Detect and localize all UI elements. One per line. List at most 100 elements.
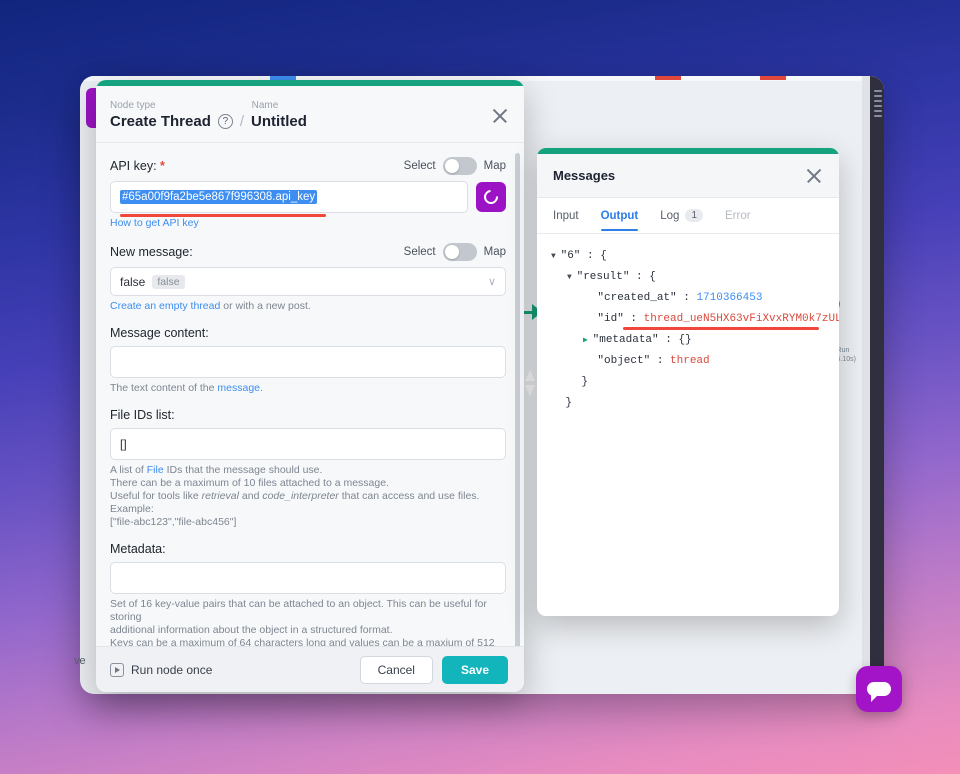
message-content-hint-pre: The text content of the xyxy=(110,382,218,394)
chat-bubble-icon[interactable] xyxy=(856,666,902,712)
canvas-scrollbar[interactable] xyxy=(862,76,870,694)
file-ids-hint-1a: A list of xyxy=(110,464,147,476)
json-text: "result" : { xyxy=(576,271,656,283)
new-message-value: false xyxy=(120,274,146,289)
create-empty-thread-link[interactable]: Create an empty thread xyxy=(110,300,220,312)
json-caret-icon[interactable]: ▶ xyxy=(583,336,593,345)
file-ids-hint-5: ["file-abc123","file-abc456"] xyxy=(110,516,237,528)
cancel-button[interactable]: Cancel xyxy=(359,655,433,684)
json-caret-spacer xyxy=(551,399,565,408)
node-name-value[interactable]: Untitled xyxy=(251,113,307,130)
output-json-viewer[interactable]: ▼ "6" : {▼ "result" : { "created_at" : 1… xyxy=(537,234,839,616)
file-ids-hint-3b: that can access and use files. xyxy=(338,490,480,502)
canvas-tab-marker-3 xyxy=(760,76,786,80)
node-name-label: Name xyxy=(251,100,279,111)
node-type-label: Node type xyxy=(110,100,156,111)
refresh-icon[interactable] xyxy=(476,182,506,212)
new-message-value-pill: false xyxy=(152,274,185,289)
json-line: ▼ "result" : { xyxy=(551,267,825,288)
api-key-annotation-underline xyxy=(120,214,326,217)
node-type-value: Create Thread xyxy=(110,113,211,130)
tab-output[interactable]: Output xyxy=(600,198,639,234)
json-text: "6" : { xyxy=(560,250,607,262)
message-content-label: Message content: xyxy=(110,326,209,340)
run-node-once-label: Run node once xyxy=(131,662,213,677)
json-line: } xyxy=(551,372,825,393)
message-link[interactable]: message xyxy=(217,382,260,394)
dialog-header: Node type Name Create Thread ? / Untitle… xyxy=(96,86,524,143)
canvas-node-caption: Run 5.10s) xyxy=(836,347,856,363)
json-caret-icon[interactable]: ▼ xyxy=(567,273,577,282)
play-icon xyxy=(110,662,124,677)
output-panel-title: Messages xyxy=(553,168,616,183)
json-line: ▶ "metadata" : {} xyxy=(551,330,825,351)
new-message-label: New message: xyxy=(110,245,193,259)
json-key: "created_at" : xyxy=(597,292,697,304)
chevron-down-icon: ∨ xyxy=(487,276,496,288)
how-to-get-api-key-link[interactable]: How to get API key xyxy=(110,217,199,229)
close-icon[interactable] xyxy=(805,167,823,185)
file-ids-hint-4: Example: xyxy=(110,503,154,515)
json-line: "created_at" : 1710366453 xyxy=(551,288,825,309)
api-key-map-label: Map xyxy=(483,160,506,172)
tab-log[interactable]: Log 1 xyxy=(660,198,704,234)
json-key: "object" : xyxy=(597,355,671,367)
json-text: } xyxy=(581,376,589,388)
form-scrollbar[interactable] xyxy=(515,153,520,646)
panel-resize-handle[interactable] xyxy=(525,370,535,396)
close-icon[interactable] xyxy=(490,106,510,126)
tab-input[interactable]: Input xyxy=(553,198,579,234)
file-ids-hint-em2: code_interpreter xyxy=(262,490,339,502)
json-value: thread_ueN5HX63vFiXvxRYM0k7zULk xyxy=(643,313,839,325)
tab-label: Log xyxy=(660,209,680,222)
json-value: 1710366453 xyxy=(696,292,763,304)
metadata-hint-2: additional information about the object … xyxy=(110,624,393,636)
api-key-map-toggle[interactable] xyxy=(442,157,477,175)
canvas-side-label: ve xyxy=(74,655,86,667)
json-caret-spacer xyxy=(583,294,597,303)
help-icon[interactable]: ? xyxy=(217,114,233,129)
run-node-once-button[interactable]: Run node once xyxy=(110,662,213,677)
message-content-input[interactable] xyxy=(110,346,506,378)
canvas-right-rail xyxy=(870,76,884,694)
save-button[interactable]: Save xyxy=(441,655,508,684)
tab-error[interactable]: Error xyxy=(725,198,751,234)
field-file-ids: File IDs list: [] A list of File IDs tha… xyxy=(110,408,506,529)
json-caret-spacer xyxy=(583,315,597,324)
metadata-input[interactable] xyxy=(110,562,506,594)
node-settings-dialog: Node type Name Create Thread ? / Untitle… xyxy=(96,80,524,692)
rail-lines-icon xyxy=(874,90,882,120)
file-ids-hint-2: There can be a maximum of 10 files attac… xyxy=(110,477,389,489)
json-value: thread xyxy=(670,355,710,367)
json-caret-icon[interactable]: ▼ xyxy=(551,252,561,261)
metadata-hint-1: Set of 16 key-value pairs that can be at… xyxy=(110,598,487,623)
output-tabs: Input Output Log 1 Error xyxy=(537,198,839,234)
tab-count-badge: 1 xyxy=(685,209,704,222)
title-separator: / xyxy=(239,113,245,130)
api-key-label: API key: xyxy=(110,159,157,173)
api-key-input[interactable]: #65a00f9fa2be5e867f996308.api_key xyxy=(110,181,468,217)
tab-label: Output xyxy=(600,209,639,222)
json-line: ▼ "6" : { xyxy=(551,246,825,267)
field-api-key: API key: * Select Map #65a00f9fa2be5e867… xyxy=(110,157,506,230)
field-message-content: Message content: The text content of the… xyxy=(110,326,506,395)
metadata-hint-3: Keys can be a maximum of 64 characters l… xyxy=(110,637,495,646)
file-ids-input[interactable]: [] xyxy=(110,428,506,460)
output-panel: Messages Input Output Log 1 Error ▼ "6" : {▼… xyxy=(537,148,839,616)
file-ids-hint-3mid: and xyxy=(238,490,263,502)
field-metadata: Metadata: Set of 16 key-value pairs that… xyxy=(110,542,506,646)
metadata-label: Metadata: xyxy=(110,542,166,556)
json-key: "id" : xyxy=(597,313,644,325)
json-caret-spacer xyxy=(583,357,597,366)
new-message-map-toggle[interactable] xyxy=(442,243,477,261)
new-message-map-label: Map xyxy=(483,246,506,258)
dialog-form-body: API key: * Select Map #65a00f9fa2be5e867… xyxy=(96,143,524,646)
json-text: "metadata" : {} xyxy=(592,334,692,346)
new-message-hint-rest: or with a new post. xyxy=(220,300,311,312)
canvas-tab-marker-2 xyxy=(655,76,681,80)
json-line: "object" : thread xyxy=(551,351,825,372)
file-link[interactable]: File xyxy=(147,464,164,476)
file-ids-hint-3a: Useful for tools like xyxy=(110,490,202,502)
tab-label: Input xyxy=(553,209,579,222)
new-message-select[interactable]: false false ∨ xyxy=(110,267,506,296)
